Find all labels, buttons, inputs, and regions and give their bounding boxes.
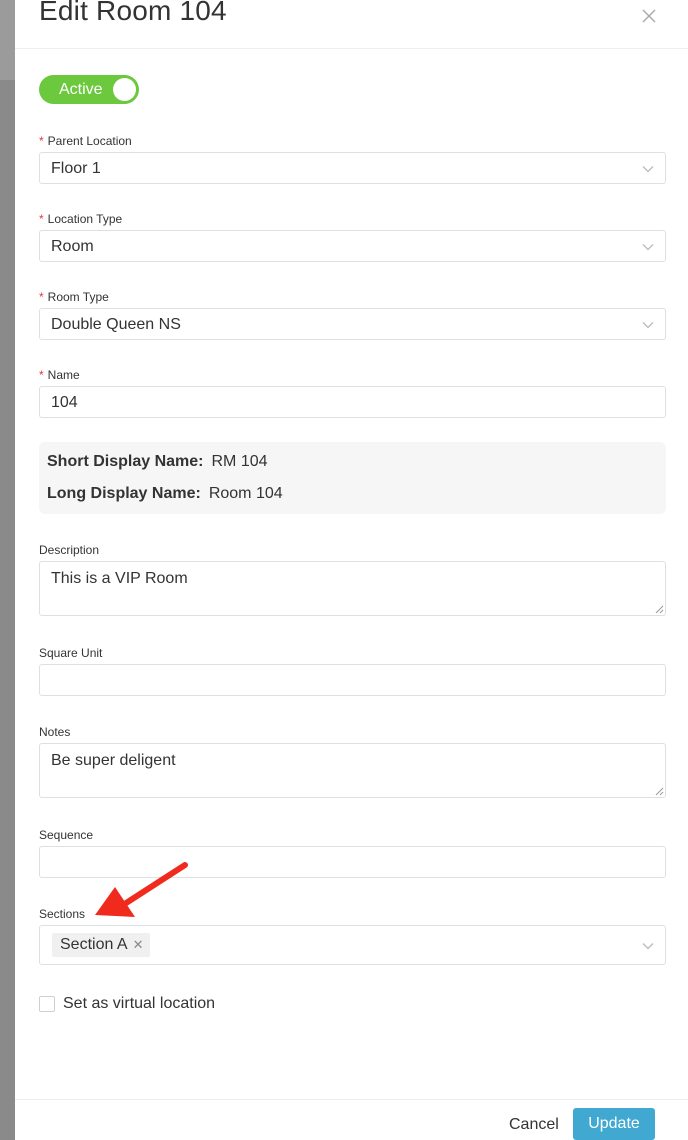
required-marker: *	[39, 134, 44, 148]
long-display-name-value: Room 104	[208, 485, 283, 502]
name-input[interactable]: 104	[39, 386, 666, 418]
square-unit-label: Square Unit	[39, 646, 103, 660]
remove-tag-icon[interactable]: ✕	[133, 937, 144, 953]
display-names-panel: Short Display Name: RM 104 Long Display N…	[39, 442, 666, 514]
short-display-name: Short Display Name: RM 104	[47, 453, 268, 471]
sections-label: Sections	[39, 907, 86, 921]
section-tag-label: Section A	[60, 936, 128, 953]
drawer-title: Edit Room 104	[39, 0, 227, 26]
toggle-knob	[113, 78, 136, 101]
square-unit-input[interactable]	[39, 664, 666, 696]
section-tag: Section A ✕	[52, 933, 150, 957]
parent-location-value: Floor 1	[51, 160, 101, 177]
location-type-select[interactable]: Room	[39, 230, 666, 262]
active-toggle-label: Active	[59, 81, 103, 98]
notes-label: Notes	[39, 725, 71, 739]
short-display-name-value: RM 104	[211, 453, 268, 470]
required-marker: *	[39, 290, 44, 304]
room-type-label: * Room Type	[39, 290, 109, 304]
room-type-value: Double Queen NS	[51, 316, 181, 333]
description-value: This is a VIP Room	[51, 570, 188, 587]
virtual-location-checkbox[interactable]	[39, 996, 55, 1012]
short-display-name-label: Short Display Name:	[47, 453, 204, 470]
location-type-label: * Location Type	[39, 212, 122, 226]
active-toggle[interactable]: Active	[39, 75, 139, 104]
name-value: 104	[51, 394, 78, 411]
description-label: Description	[39, 543, 100, 557]
parent-location-select[interactable]: Floor 1	[39, 152, 666, 184]
sequence-label: Sequence	[39, 828, 94, 842]
room-type-select[interactable]: Double Queen NS	[39, 308, 666, 340]
room-type-label-text: Room Type	[47, 290, 109, 304]
parent-location-label-text: Parent Location	[47, 134, 132, 148]
close-icon[interactable]	[637, 4, 661, 28]
sections-multiselect[interactable]: Section A ✕	[39, 925, 666, 965]
chevron-down-icon	[642, 943, 654, 950]
name-label-text: Name	[47, 368, 80, 382]
chevron-down-icon	[642, 322, 654, 329]
backdrop-strip	[0, 0, 15, 80]
long-display-name: Long Display Name: Room 104	[47, 485, 283, 503]
update-button[interactable]: Update	[573, 1108, 655, 1140]
description-textarea[interactable]: This is a VIP Room	[39, 561, 666, 616]
resize-handle-icon[interactable]	[654, 786, 664, 796]
name-label: * Name	[39, 368, 80, 382]
virtual-location-label: Set as virtual location	[63, 995, 216, 1012]
chevron-down-icon	[642, 166, 654, 173]
notes-value: Be super deligent	[51, 752, 176, 769]
notes-textarea[interactable]: Be super deligent	[39, 743, 666, 798]
page-backdrop	[0, 0, 15, 1140]
cancel-button[interactable]: Cancel	[509, 1116, 559, 1134]
parent-location-label: * Parent Location	[39, 134, 132, 148]
annotation-arrow	[95, 862, 188, 917]
chevron-down-icon	[642, 244, 654, 251]
drawer-header: Edit Room 104	[15, 0, 688, 49]
edit-room-drawer: Edit Room 104 Active * Parent Location Fl…	[15, 0, 688, 1140]
location-type-value: Room	[51, 238, 94, 255]
required-marker: *	[39, 368, 44, 382]
required-marker: *	[39, 212, 44, 226]
location-type-label-text: Location Type	[47, 212, 123, 226]
long-display-name-label: Long Display Name:	[47, 485, 201, 502]
resize-handle-icon[interactable]	[654, 604, 664, 614]
